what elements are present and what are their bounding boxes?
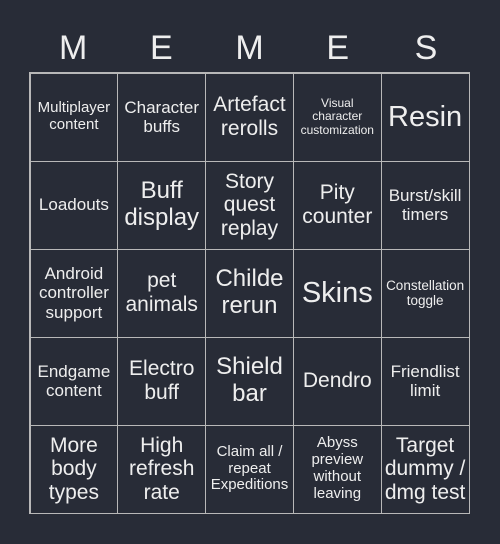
bingo-cell[interactable]: Childe rerun <box>205 248 294 338</box>
bingo-cell[interactable]: Claim all / repeat Expeditions <box>205 424 294 514</box>
bingo-cell[interactable]: Endgame content <box>29 336 119 426</box>
bingo-cell[interactable]: More body types <box>29 424 119 514</box>
header-letter: M <box>58 29 88 67</box>
bingo-cell[interactable]: Loadouts <box>29 160 119 250</box>
bingo-cell[interactable]: Pity counter <box>292 160 382 250</box>
bingo-cell[interactable]: Buff display <box>117 160 207 250</box>
bingo-cell[interactable]: pet animals <box>117 248 207 338</box>
bingo-cell[interactable]: Skins <box>292 248 382 338</box>
header-letter: E <box>149 29 173 67</box>
bingo-cell[interactable]: High refresh rate <box>117 424 207 514</box>
bingo-cell[interactable]: Constellation toggle <box>380 248 470 338</box>
header-letter: E <box>326 29 350 67</box>
header-letter: S <box>414 29 438 67</box>
bingo-cell[interactable]: Abyss preview without leaving <box>292 424 382 514</box>
bingo-cell[interactable]: Shield bar <box>205 336 294 426</box>
bingo-cell[interactable]: Android controller support <box>29 248 119 338</box>
header-letter: M <box>235 29 264 67</box>
bingo-header: M E M E S <box>29 24 470 72</box>
bingo-grid: Multiplayer content Character buffs Arte… <box>29 72 470 514</box>
bingo-cell[interactable]: Multiplayer content <box>29 72 119 162</box>
bingo-cell[interactable]: Electro buff <box>117 336 207 426</box>
bingo-cell[interactable]: Burst/skill timers <box>380 160 470 250</box>
bingo-cell[interactable]: Story quest replay <box>205 160 294 250</box>
bingo-cell[interactable]: Dendro <box>292 336 382 426</box>
bingo-cell[interactable]: Resin <box>380 72 470 162</box>
bingo-cell[interactable]: Friendlist limit <box>380 336 470 426</box>
bingo-cell[interactable]: Character buffs <box>117 72 207 162</box>
bingo-cell[interactable]: Artefact rerolls <box>205 72 294 162</box>
bingo-cell[interactable]: Visual character customization <box>292 72 382 162</box>
bingo-cell[interactable]: Target dummy / dmg test <box>380 424 470 514</box>
